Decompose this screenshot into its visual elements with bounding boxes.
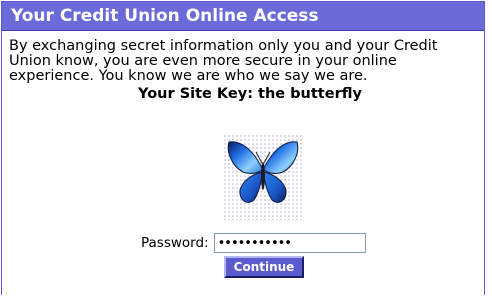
continue-button[interactable]: Continue	[224, 256, 304, 278]
panel-title: Your Credit Union Online Access	[2, 2, 484, 31]
intro-text: By exchanging secret information only yo…	[9, 38, 438, 84]
site-key-label: Your Site Key: the butterfly	[138, 86, 362, 102]
butterfly-icon	[227, 141, 299, 203]
password-label: Password:	[141, 235, 209, 251]
password-field[interactable]	[213, 233, 366, 253]
site-key-image	[223, 134, 303, 220]
password-row: Password:	[141, 232, 366, 254]
